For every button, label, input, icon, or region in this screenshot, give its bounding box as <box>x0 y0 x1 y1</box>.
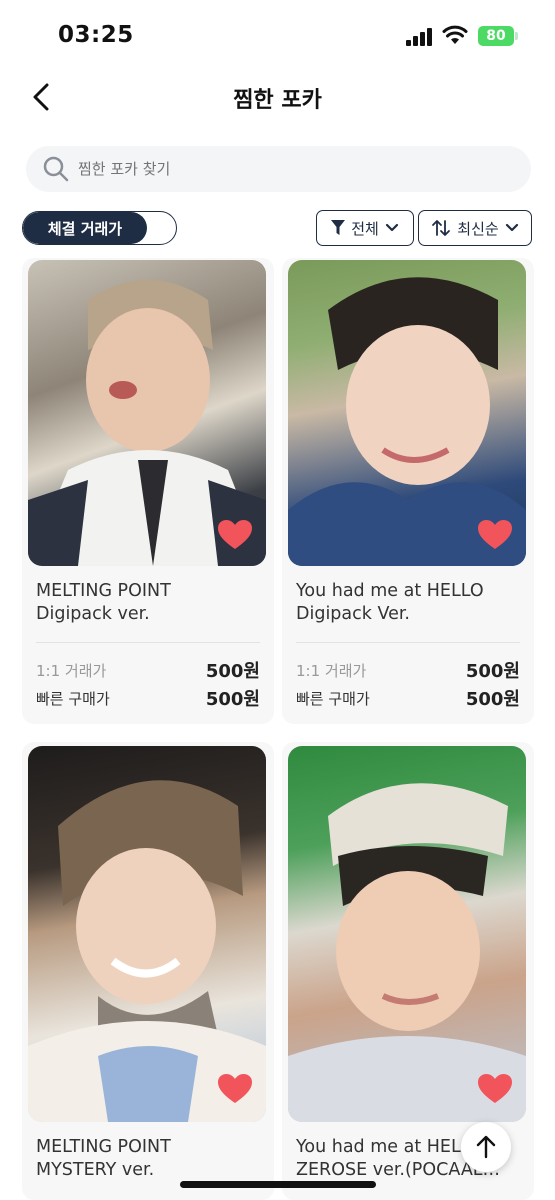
heart-icon[interactable] <box>478 520 512 550</box>
card-title-line2: MYSTERY ver. <box>36 1160 155 1180</box>
trade-price-value: 500원 <box>465 661 520 682</box>
card-title-line2: Digipack ver. <box>36 604 150 624</box>
quick-price-value: 500원 <box>465 689 520 710</box>
battery-indicator: 80 <box>478 26 514 46</box>
chevron-down-icon <box>505 223 518 232</box>
photocard-image[interactable] <box>288 746 526 1122</box>
arrow-up-icon <box>476 1135 496 1159</box>
sort-label: 최신순 <box>457 219 499 238</box>
trade-price-value: 500원 <box>205 661 260 682</box>
home-indicator <box>180 1181 376 1188</box>
scroll-to-top-button[interactable] <box>461 1122 511 1172</box>
card-divider <box>296 642 520 643</box>
wifi-icon <box>442 25 468 44</box>
quick-price-label: 빠른 구매가 <box>36 689 110 708</box>
heart-icon[interactable] <box>478 1074 512 1104</box>
page-title: 찜한 포카 <box>233 88 322 113</box>
trade-price-toggle[interactable]: 체결 거래가 <box>22 211 177 245</box>
category-filter-label: 전체 <box>351 219 379 238</box>
toggle-label: 체결 거래가 <box>23 212 147 244</box>
card-title-line2: Digipack Ver. <box>296 604 410 624</box>
photocard-item[interactable]: You had me at HELLO Digipack Ver. 1:1 거래… <box>282 258 534 724</box>
sort-arrows-icon <box>432 220 451 236</box>
search-icon <box>43 156 69 182</box>
search-input[interactable] <box>78 160 498 178</box>
quick-price-row: 빠른 구매가 500원 <box>36 686 260 710</box>
category-filter-button[interactable]: 전체 <box>316 210 414 246</box>
search-bar[interactable] <box>26 146 531 192</box>
chevron-down-icon <box>385 223 398 232</box>
trade-price-label: 1:1 거래가 <box>36 661 107 680</box>
heart-icon[interactable] <box>218 520 252 550</box>
heart-icon[interactable] <box>218 1074 252 1104</box>
portrait-illustration <box>288 783 526 1122</box>
filter-funnel-icon <box>331 220 346 235</box>
status-time: 03:25 <box>58 22 134 48</box>
portrait-illustration <box>28 780 266 1122</box>
status-bar: 03:25 80 <box>0 0 555 74</box>
trade-price-label: 1:1 거래가 <box>296 661 367 680</box>
photocard-image[interactable] <box>28 260 266 566</box>
card-title-line1: MELTING POINT <box>36 581 171 601</box>
card-title-line1: MELTING POINT <box>36 1137 171 1157</box>
quick-price-row: 빠른 구매가 500원 <box>296 686 520 710</box>
card-title-line1: You had me at HELLO <box>296 581 484 601</box>
trade-price-row: 1:1 거래가 500원 <box>36 658 260 682</box>
trade-price-row: 1:1 거래가 500원 <box>296 658 520 682</box>
photocard-item[interactable]: MELTING POINT Digipack ver. 1:1 거래가 500원… <box>22 258 274 724</box>
photocard-image[interactable] <box>288 260 526 566</box>
card-divider <box>36 642 260 643</box>
battery-tip <box>515 32 518 40</box>
sort-button[interactable]: 최신순 <box>418 210 532 246</box>
signal-icon <box>406 28 434 46</box>
photocard-item[interactable]: MELTING POINT MYSTERY ver. <box>22 742 274 1200</box>
quick-price-label: 빠른 구매가 <box>296 689 370 708</box>
quick-price-value: 500원 <box>205 689 260 710</box>
photocard-image[interactable] <box>28 746 266 1122</box>
